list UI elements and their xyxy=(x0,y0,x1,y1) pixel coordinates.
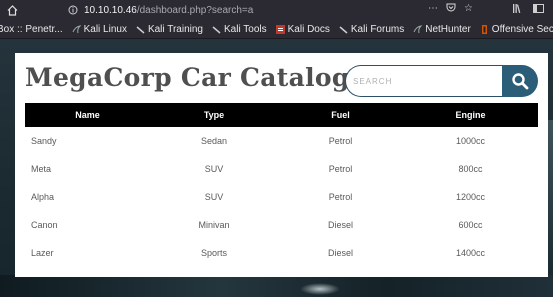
bookmark-label: Kali Training xyxy=(147,23,203,35)
kali-dragon-icon xyxy=(136,25,145,34)
address-bar[interactable]: 10.10.10.46/dashboard.php?search=a xyxy=(66,2,466,18)
bookmark-label: Offensive Security xyxy=(491,23,553,35)
cell-engine: 1000cc xyxy=(455,136,486,146)
bookmarks-bar: Box :: Penetr... Kali Linux Kali Trainin… xyxy=(0,20,553,39)
cell-fuel: Diesel xyxy=(327,220,353,230)
bookmark-label: NetHunter xyxy=(425,23,471,35)
bookmark-htb[interactable]: Box :: Penetr... xyxy=(0,24,63,35)
sidebar-icon[interactable] xyxy=(533,3,544,17)
home-icon[interactable] xyxy=(5,3,19,17)
pocket-icon[interactable] xyxy=(446,2,456,15)
cell-name: Canon xyxy=(31,220,58,230)
bookmark-label: Box :: Penetr... xyxy=(0,23,63,35)
column-header-engine[interactable]: Engine xyxy=(403,103,538,127)
bookmark-label: Kali Linux xyxy=(83,23,127,35)
page-info-icon[interactable] xyxy=(66,3,80,17)
url-path: /dashboard.php?search=a xyxy=(136,4,254,16)
background-decoration xyxy=(300,283,340,295)
bookmark-label: Kali Tools xyxy=(223,23,267,35)
bookmark-kali-forums[interactable]: Kali Forums xyxy=(339,24,404,35)
table-header-row: Name Type Fuel Engine xyxy=(25,103,538,127)
table-row: Canon Minivan Diesel 600cc xyxy=(25,211,538,239)
browser-toolbar: 10.10.10.46/dashboard.php?search=a ⋯ ☆ xyxy=(0,0,553,20)
cell-type: Sports xyxy=(200,248,227,258)
kali-dragon-icon xyxy=(212,25,221,34)
bookmark-kali-linux[interactable]: Kali Linux xyxy=(72,24,127,35)
column-header-fuel[interactable]: Fuel xyxy=(278,103,403,127)
bookmark-label: Kali Forums xyxy=(350,23,405,35)
library-icon[interactable] xyxy=(512,3,523,17)
column-header-name[interactable]: Name xyxy=(25,103,150,127)
cell-name: Lazer xyxy=(31,248,54,258)
cell-fuel: Petrol xyxy=(328,164,353,174)
cell-type: SUV xyxy=(204,192,224,202)
bookmark-nethunter[interactable]: NetHunter xyxy=(413,24,471,35)
column-header-type[interactable]: Type xyxy=(150,103,278,127)
cell-fuel: Petrol xyxy=(328,192,353,202)
cell-name: Meta xyxy=(31,164,52,174)
table-row: Sandy Sedan Petrol 1000cc xyxy=(25,127,538,155)
bookmark-offensive-security[interactable]: Offensive Security xyxy=(480,24,553,35)
kali-docs-icon xyxy=(275,24,285,34)
bookmark-kali-tools[interactable]: Kali Tools xyxy=(212,24,267,35)
bookmark-kali-training[interactable]: Kali Training xyxy=(136,24,203,35)
offsec-icon xyxy=(481,24,487,34)
table-row: Alpha SUV Petrol 1200cc xyxy=(25,183,538,211)
cell-engine: 600cc xyxy=(458,220,483,230)
search-form xyxy=(345,65,538,97)
url-actions: ⋯ ☆ xyxy=(428,2,473,15)
more-actions-icon[interactable]: ⋯ xyxy=(428,3,438,14)
search-icon xyxy=(512,73,529,90)
cell-type: Minivan xyxy=(198,220,230,230)
page-title: MegaCorp Car Catalogue xyxy=(25,63,385,92)
cell-type: Sedan xyxy=(200,136,228,146)
kali-dragon-icon xyxy=(72,24,81,33)
kali-dragon-icon xyxy=(339,25,348,34)
catalogue-card: MegaCorp Car Catalogue Name Type Fuel En… xyxy=(15,53,548,277)
cell-engine: 800cc xyxy=(458,164,483,174)
toolbar-right-icons xyxy=(512,3,544,17)
bookmark-kali-docs[interactable]: Kali Docs xyxy=(275,23,330,35)
car-table: Name Type Fuel Engine Sandy Sedan Petrol… xyxy=(25,103,538,267)
table-row: Meta SUV Petrol 800cc xyxy=(25,155,538,183)
search-button[interactable] xyxy=(502,65,538,97)
bookmark-label: Kali Docs xyxy=(287,23,330,35)
cell-engine: 1200cc xyxy=(455,192,486,202)
search-input[interactable] xyxy=(345,65,505,97)
cell-fuel: Diesel xyxy=(327,248,353,258)
cell-name: Sandy xyxy=(31,136,57,146)
cell-type: SUV xyxy=(204,164,224,174)
background-decoration xyxy=(0,275,553,297)
table-row: Lazer Sports Diesel 1400cc xyxy=(25,239,538,267)
url-host: 10.10.10.46 xyxy=(84,4,137,16)
nethunter-icon xyxy=(413,24,423,33)
bookmark-star-icon[interactable]: ☆ xyxy=(464,3,473,14)
cell-engine: 1400cc xyxy=(455,248,486,258)
cell-name: Alpha xyxy=(31,192,55,202)
cell-fuel: Petrol xyxy=(328,136,353,146)
